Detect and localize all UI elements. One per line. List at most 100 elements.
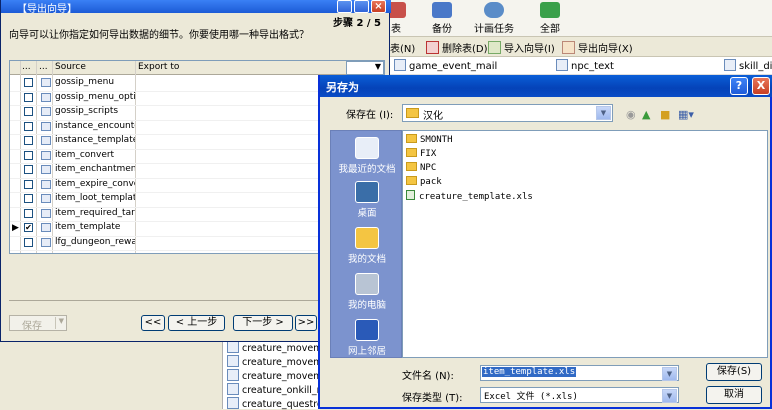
source-table-name: gossip_scripts bbox=[55, 106, 119, 116]
back-icon[interactable]: ◉ bbox=[626, 108, 636, 121]
view-menu-icon[interactable]: ▦▾ bbox=[678, 108, 694, 121]
table-menu-item[interactable]: 表(N) bbox=[390, 40, 415, 55]
row-checkbox[interactable] bbox=[24, 165, 33, 174]
table-icon bbox=[41, 194, 51, 203]
table-icon bbox=[227, 355, 239, 367]
close-button[interactable]: X bbox=[752, 77, 770, 95]
place-my-computer[interactable]: 我的电脑 bbox=[331, 273, 403, 311]
source-table-name: gossip_menu_option bbox=[55, 91, 135, 102]
filename-input[interactable]: item_template.xls ▼ bbox=[480, 365, 679, 381]
table-icon bbox=[394, 59, 406, 71]
up-folder-icon[interactable]: ▲ bbox=[642, 108, 650, 121]
filetype-dropdown[interactable]: Excel 文件 (*.xls) ▼ bbox=[480, 387, 679, 403]
chevron-down-icon[interactable]: ▼ bbox=[662, 367, 677, 381]
source-table-name: lfg_dungeon_rewards bbox=[55, 236, 135, 247]
source-table-name: item_template bbox=[55, 222, 121, 232]
save-as-dialog: 另存为 ? X 保存在 (I): 汉化 ▼ ◉ ▲ ■ ▦▾ 我最近的文档 桌面… bbox=[318, 75, 772, 409]
chevron-down-icon[interactable]: ▼ bbox=[662, 389, 677, 403]
dialog-title-bar[interactable]: 另存为 ? X bbox=[320, 75, 772, 97]
close-button[interactable]: × bbox=[371, 0, 386, 13]
delete-table-button[interactable]: 删除表(D) bbox=[426, 40, 488, 55]
table-icon bbox=[227, 369, 239, 381]
folder-icon bbox=[406, 134, 417, 143]
table-item[interactable]: game_event_mail bbox=[394, 59, 497, 72]
table-item[interactable]: skill_disco bbox=[724, 59, 772, 72]
save-in-dropdown[interactable]: 汉化 ▼ bbox=[402, 104, 613, 122]
table-icon bbox=[41, 237, 51, 247]
table-action-bar: 表(N) 删除表(D) 导入向导(I) 导出向导(X) bbox=[390, 37, 772, 57]
import-icon bbox=[488, 41, 501, 54]
table-icon bbox=[556, 59, 568, 71]
last-step-button[interactable]: >> bbox=[295, 315, 317, 331]
save-button[interactable]: 保存(S) bbox=[706, 363, 762, 381]
table-icon bbox=[724, 59, 736, 71]
toolbar-backup-button[interactable]: 备份 bbox=[412, 0, 472, 37]
folder-icon bbox=[406, 162, 417, 171]
table-item[interactable]: npc_text bbox=[556, 59, 614, 72]
dialog-title: 另存为 bbox=[326, 81, 359, 94]
clock-icon bbox=[484, 2, 504, 18]
column-header-source[interactable]: Source bbox=[55, 62, 86, 72]
row-checkbox[interactable] bbox=[24, 107, 33, 116]
row-checkbox[interactable] bbox=[24, 194, 33, 203]
row-checkbox[interactable] bbox=[24, 179, 33, 189]
wizard-title: 【导出向导】 bbox=[17, 4, 77, 15]
folder-icon bbox=[406, 176, 417, 185]
list-item[interactable]: NPC bbox=[406, 162, 436, 173]
save-split-button[interactable]: 保存 ▼ bbox=[9, 315, 67, 332]
toolbar-schedule-button[interactable]: 计画任务 bbox=[464, 0, 524, 37]
row-checkbox[interactable] bbox=[24, 92, 33, 102]
list-item[interactable]: creature_template.xls bbox=[406, 190, 533, 202]
list-item[interactable]: FIX bbox=[406, 148, 436, 159]
place-desktop[interactable]: 桌面 bbox=[331, 181, 403, 219]
list-item[interactable]: pack bbox=[406, 176, 442, 187]
source-table-name: gossip_menu bbox=[55, 77, 115, 87]
cancel-button[interactable]: 取消 bbox=[706, 386, 762, 404]
table-icon bbox=[41, 165, 51, 174]
place-my-documents[interactable]: 我的文档 bbox=[331, 227, 403, 265]
column-header[interactable]: ... bbox=[22, 62, 31, 72]
row-checkbox[interactable] bbox=[24, 150, 33, 160]
source-table-name: item_loot_template bbox=[55, 193, 135, 203]
row-checkbox[interactable] bbox=[24, 78, 33, 87]
folder-icon bbox=[406, 108, 419, 118]
source-table-name: instance_template bbox=[55, 135, 135, 145]
new-folder-icon[interactable]: ■ bbox=[660, 108, 670, 121]
step-indicator: 步骤 2 / 5 bbox=[332, 18, 381, 29]
main-toolbar: 表 备份 计画任务 全部 bbox=[380, 0, 772, 37]
next-step-button[interactable]: 下一步 > bbox=[233, 315, 293, 331]
table-icon bbox=[41, 92, 51, 102]
column-header-export-to[interactable]: Export to bbox=[138, 62, 179, 72]
row-checkbox[interactable] bbox=[24, 121, 33, 131]
left-table-list: creature_movemen creature_movemen creatu… bbox=[222, 340, 338, 410]
source-table-name: instance_encounters bbox=[55, 120, 135, 131]
row-checkbox[interactable] bbox=[24, 136, 33, 145]
minimize-button[interactable] bbox=[337, 0, 352, 13]
file-list: SMONTH FIX NPC pack creature_template.xl… bbox=[402, 130, 768, 358]
maximize-button[interactable] bbox=[354, 0, 369, 13]
save-in-label: 保存在 (I): bbox=[346, 110, 394, 121]
filename-label: 文件名 (N): bbox=[402, 371, 454, 382]
list-item[interactable]: SMONTH bbox=[406, 134, 453, 145]
export-format-dropdown[interactable]: ▼ bbox=[346, 61, 384, 75]
network-icon bbox=[355, 319, 379, 341]
import-wizard-button[interactable]: 导入向导(I) bbox=[488, 40, 555, 55]
export-wizard-button[interactable]: 导出向导(X) bbox=[562, 40, 633, 55]
toolbar-all-button[interactable]: 全部 bbox=[520, 0, 580, 37]
wizard-title-bar[interactable]: 【导出向导】 × bbox=[1, 0, 391, 15]
chevron-down-icon[interactable]: ▼ bbox=[596, 106, 611, 120]
place-network[interactable]: 网上邻居 bbox=[331, 319, 403, 357]
row-checkbox[interactable] bbox=[24, 208, 33, 218]
help-button[interactable]: ? bbox=[730, 77, 748, 95]
first-step-button[interactable]: << bbox=[141, 315, 165, 331]
table-icon bbox=[41, 78, 51, 87]
row-checkbox[interactable] bbox=[24, 237, 33, 247]
column-header[interactable]: ... bbox=[39, 62, 48, 72]
chevron-down-icon: ▼ bbox=[374, 62, 381, 71]
table-icon bbox=[227, 397, 239, 409]
recent-documents-icon bbox=[355, 137, 379, 159]
chevron-down-icon[interactable]: ▼ bbox=[59, 317, 64, 325]
place-recent[interactable]: 我最近的文档 bbox=[331, 137, 403, 175]
previous-step-button[interactable]: < 上一步 bbox=[168, 315, 225, 331]
row-checkbox[interactable]: ✔ bbox=[24, 223, 33, 232]
